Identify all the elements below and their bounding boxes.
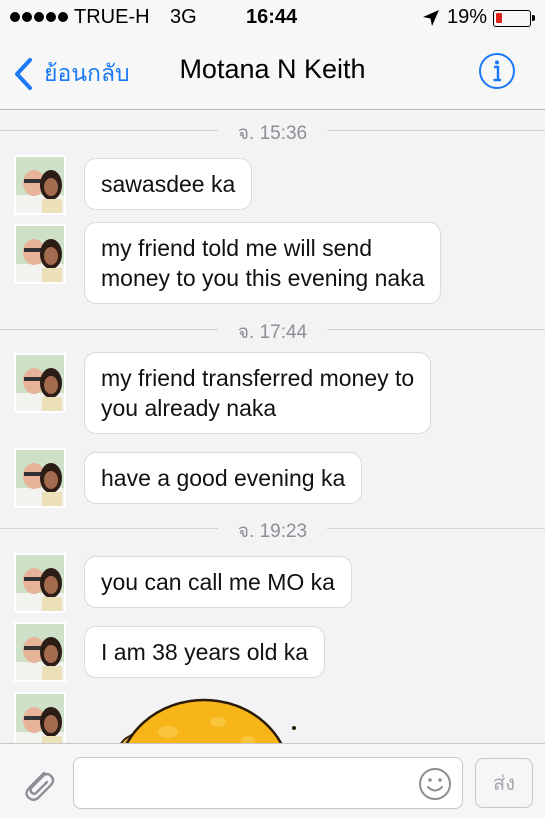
avatar[interactable] [14, 622, 66, 682]
message-input[interactable] [73, 757, 463, 809]
message-bubble[interactable]: sawasdee ka [84, 158, 253, 210]
status-time: 16:44 [246, 6, 298, 28]
contact-photo [16, 450, 64, 506]
signal-strength-icon [10, 12, 68, 22]
divider-line [0, 130, 218, 131]
timestamp-label: จ. 19:23 [223, 521, 322, 542]
divider-line [0, 329, 218, 330]
message-bubble[interactable]: you can call me MO ka [84, 556, 352, 608]
battery-icon [493, 10, 535, 27]
avatar[interactable] [14, 224, 66, 284]
message-bubble[interactable]: my friend transferred money to you alrea… [84, 352, 432, 434]
avatar[interactable] [14, 692, 66, 743]
message-bubble[interactable]: my friend told me will send money to you… [84, 222, 442, 304]
avatar[interactable] [14, 448, 66, 508]
message-bubble[interactable]: have a good evening ka [84, 452, 363, 504]
timestamp-label: จ. 15:36 [223, 123, 322, 144]
contact-photo [16, 157, 64, 213]
carrier-name: TRUE-H [74, 6, 150, 28]
timestamp-divider: จ. 15:36 [0, 110, 545, 150]
network-type: 3G [170, 6, 197, 28]
battery-percentage: 19% [447, 6, 488, 28]
conversation-title: Motana N Keith [179, 54, 366, 84]
timestamp-divider: จ. 19:23 [0, 508, 545, 548]
location-arrow-icon [423, 10, 439, 26]
battery-level-fill [496, 13, 502, 23]
contact-photo [16, 226, 64, 282]
timestamp-label: จ. 17:44 [223, 322, 322, 343]
message-list[interactable]: จ. 15:36 sawasdee ka my friend told me w… [0, 110, 545, 743]
emoji-sticker[interactable] [108, 692, 308, 743]
contact-photo [16, 694, 64, 743]
divider-line [327, 130, 545, 131]
contact-photo [16, 624, 64, 680]
contact-photo [16, 555, 64, 611]
status-bar: TRUE-H 3G 16:44 19% [0, 0, 545, 36]
compose-bar: ส่ง [0, 743, 545, 818]
message-bubble[interactable]: I am 38 years old ka [84, 626, 326, 678]
divider-line [0, 528, 218, 529]
contact-photo [16, 355, 64, 411]
smiley-icon[interactable] [417, 766, 453, 802]
paperclip-icon[interactable] [18, 764, 58, 804]
avatar[interactable] [14, 353, 66, 413]
info-icon[interactable] [478, 52, 516, 90]
avatar[interactable] [14, 155, 66, 215]
navigation-bar: ย้อนกลับ Motana N Keith [0, 36, 545, 110]
chat-screen: TRUE-H 3G 16:44 19% ย้อนกลับ Motana N Ke… [0, 0, 545, 818]
timestamp-divider: จ. 17:44 [0, 309, 545, 349]
divider-line [327, 329, 545, 330]
divider-line [327, 528, 545, 529]
send-button[interactable]: ส่ง [475, 758, 533, 808]
avatar[interactable] [14, 553, 66, 613]
